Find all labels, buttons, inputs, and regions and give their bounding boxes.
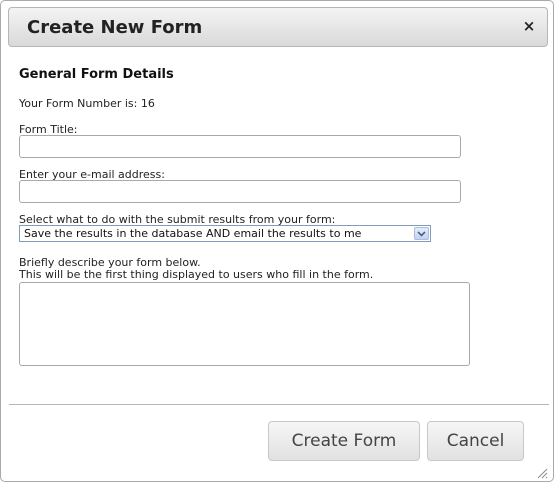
footer-divider xyxy=(9,404,549,405)
resize-grip-icon[interactable] xyxy=(536,464,548,479)
dialog-titlebar[interactable]: Create New Form × xyxy=(8,7,548,47)
dialog-title: Create New Form xyxy=(27,17,203,38)
results-select[interactable]: Save the results in the database AND ema… xyxy=(19,225,431,242)
form-number-text: Your Form Number is: 16 xyxy=(19,97,155,110)
email-input[interactable] xyxy=(19,180,461,203)
description-textarea[interactable] xyxy=(19,282,470,366)
description-label-line2: This will be the first thing displayed t… xyxy=(19,268,374,281)
form-title-input[interactable] xyxy=(19,135,461,158)
chevron-down-icon[interactable] xyxy=(414,227,429,240)
close-icon[interactable]: × xyxy=(520,17,538,35)
cancel-button[interactable]: Cancel xyxy=(427,421,524,461)
create-form-dialog: Create New Form × General Form Details Y… xyxy=(0,0,554,482)
section-heading: General Form Details xyxy=(19,67,174,82)
results-select-value: Save the results in the database AND ema… xyxy=(24,227,362,240)
create-form-button[interactable]: Create Form xyxy=(268,421,420,461)
